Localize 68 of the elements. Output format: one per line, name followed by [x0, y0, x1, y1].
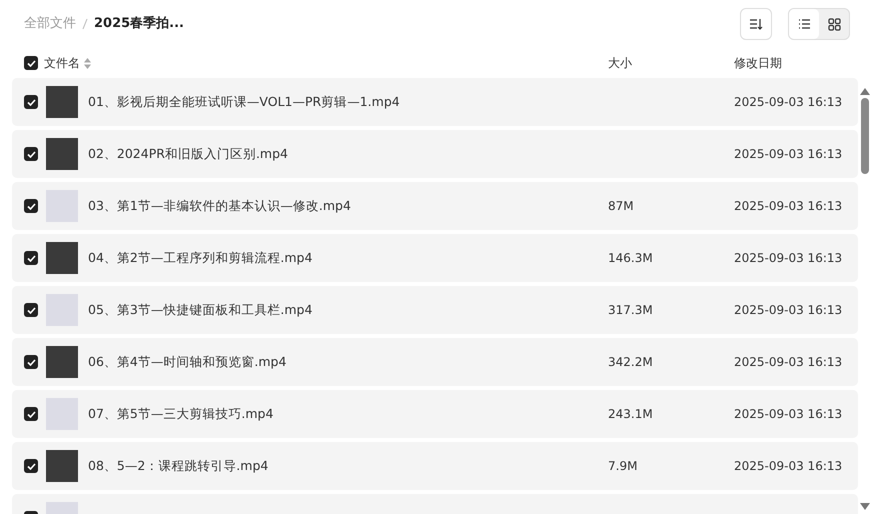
file-row[interactable]: 01、影视后期全能班试听课—VOL1—PR剪辑—1.mp4 2025-09-03 16:13 [12, 78, 858, 126]
video-thumbnail [46, 86, 78, 118]
file-name: 03、第1节—非编软件的基本认识—修改.mp4 [88, 198, 351, 213]
video-thumbnail [46, 450, 78, 482]
checkbox[interactable] [24, 303, 38, 317]
modified-date: 2025-09-03 16:13 [734, 459, 842, 473]
file-size: 243.1M [608, 407, 653, 421]
file-size: 7.9M [608, 459, 638, 473]
file-row[interactable]: 02、2024PR和旧版入门区别.mp4 2025-09-03 16:13 [12, 130, 858, 178]
checkbox[interactable] [24, 251, 38, 265]
video-thumbnail [46, 138, 78, 170]
separator-icon [82, 18, 88, 30]
file-name: 02、2024PR和旧版入门区别.mp4 [88, 146, 288, 161]
grid-icon [828, 18, 840, 30]
modified-date: 2025-09-03 16:13 [734, 199, 842, 213]
checkbox[interactable] [24, 459, 38, 473]
list-view-button[interactable] [789, 9, 819, 39]
check-icon [26, 254, 36, 262]
check-icon [26, 410, 36, 418]
video-thumbnail [46, 242, 78, 274]
scroll-up-icon[interactable] [860, 88, 870, 95]
check-icon [26, 462, 36, 470]
check-icon [26, 150, 36, 158]
scrollbar-thumb[interactable] [861, 98, 869, 174]
column-header[interactable]: 文件名 [44, 54, 80, 72]
video-thumbnail [46, 190, 78, 222]
check-icon [26, 98, 36, 106]
modified-date: 2025-09-03 16:13 [734, 303, 842, 317]
modified-date: 2025-09-03 16:13 [734, 95, 842, 109]
modified-date: 2025-09-03 16:13 [734, 147, 842, 161]
column-header[interactable]: 大小 [608, 56, 632, 70]
file-row[interactable]: 04、第2节—工程序列和剪辑流程.mp4 146.3M 2025-09-03 16:13 [12, 234, 858, 282]
file-row[interactable]: 03、第1节—非编软件的基本认识—修改.mp4 87M 2025-09-03 16:13 [12, 182, 858, 230]
checkbox[interactable] [24, 147, 38, 161]
file-name: 07、第5节—三大剪辑技巧.mp4 [88, 406, 274, 421]
video-thumbnail [46, 398, 78, 430]
modified-date: 2025-09-03 16:13 [734, 407, 842, 421]
file-name: 08、5—2：课程跳转引导.mp4 [88, 458, 268, 473]
file-row[interactable]: 08、5—2：课程跳转引导.mp4 7.9M 2025-09-03 16:13 [12, 442, 858, 490]
check-icon [26, 306, 36, 314]
file-row[interactable]: 05、第3节—快捷键面板和工具栏.mp4 317.3M 2025-09-03 16:13 [12, 286, 858, 334]
file-size: 342.2M [608, 355, 653, 369]
file-name: 06、第4节—时间轴和预览窗.mp4 [88, 354, 286, 369]
file-row[interactable]: 06、第4节—时间轴和预览窗.mp4 342.2M 2025-09-03 16:13 [12, 338, 858, 386]
check-icon [26, 202, 36, 210]
checkbox[interactable] [24, 56, 38, 70]
checkbox[interactable] [24, 199, 38, 213]
checkbox[interactable] [24, 355, 38, 369]
file-name: 05、第3节—快捷键面板和工具栏.mp4 [88, 302, 312, 317]
sort-order-icon [749, 18, 763, 30]
modified-date: 2025-09-03 16:13 [734, 355, 842, 369]
file-size: 317.3M [608, 303, 653, 317]
checkbox[interactable] [24, 95, 38, 109]
sort-button[interactable] [740, 8, 772, 40]
file-row[interactable]: 07、第5节—三大剪辑技巧.mp4 243.1M 2025-09-03 16:13 [12, 390, 858, 438]
checkbox[interactable] [24, 407, 38, 421]
file-name: 04、第2节—工程序列和剪辑流程.mp4 [88, 250, 312, 265]
video-thumbnail [46, 346, 78, 378]
check-icon [26, 60, 36, 66]
modified-date: 2025-09-03 16:13 [734, 251, 842, 265]
scroll-down-icon[interactable] [860, 503, 870, 510]
file-size: 146.3M [608, 251, 653, 265]
check-icon [26, 358, 36, 366]
file-size: 87M [608, 199, 634, 213]
column-header[interactable]: 修改日期 [734, 56, 782, 70]
video-thumbnail [46, 294, 78, 326]
list-icon [798, 19, 810, 29]
file-name: 01、影视后期全能班试听课—VOL1—PR剪辑—1.mp4 [88, 94, 400, 109]
